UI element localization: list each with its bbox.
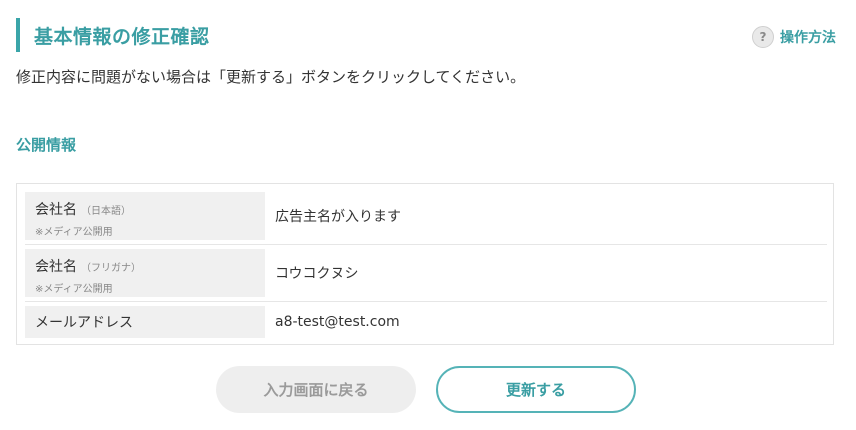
question-mark-icon: ? [752,26,774,48]
page-title: 基本情報の修正確認 [34,26,210,48]
row-label-cell: メールアドレス [25,306,265,338]
row-label-note: ※メディア公開用 [35,284,113,295]
table-row: 会社名 （フリガナ） ※メディア公開用 コウコクヌシ [25,249,827,302]
update-button[interactable]: 更新する [436,366,636,413]
row-label-sub: （フリガナ） [81,263,141,274]
back-to-input-button[interactable]: 入力画面に戻る [216,366,416,413]
title-accent-bar [16,18,20,52]
intro-text: 修正内容に問題がない場合は「更新する」ボタンをクリックしてください。 [16,68,526,86]
section-title: 公開情報 [16,136,77,154]
page-header: 基本情報の修正確認 ? 操作方法 [16,18,836,52]
help-label: 操作方法 [780,30,836,46]
row-label: 会社名 [35,259,77,275]
row-label-cell: 会社名 （フリガナ） ※メディア公開用 [25,249,265,297]
table-row: 会社名 （日本語） ※メディア公開用 広告主名が入ります [25,192,827,245]
row-value: コウコクヌシ [275,266,359,282]
table-row: メールアドレス a8-test@test.com [25,306,827,338]
help-link[interactable]: ? 操作方法 [752,26,836,48]
row-label: メールアドレス [35,315,133,331]
info-table: 会社名 （日本語） ※メディア公開用 広告主名が入ります 会社名 （フリガナ） ※メ… [16,183,834,345]
row-label-sub: （日本語） [81,206,131,217]
row-value: a8-test@test.com [275,314,400,330]
row-label-cell: 会社名 （日本語） ※メディア公開用 [25,192,265,240]
row-label-note: ※メディア公開用 [35,227,113,238]
row-label: 会社名 [35,202,77,218]
row-value: 広告主名が入ります [275,209,401,225]
